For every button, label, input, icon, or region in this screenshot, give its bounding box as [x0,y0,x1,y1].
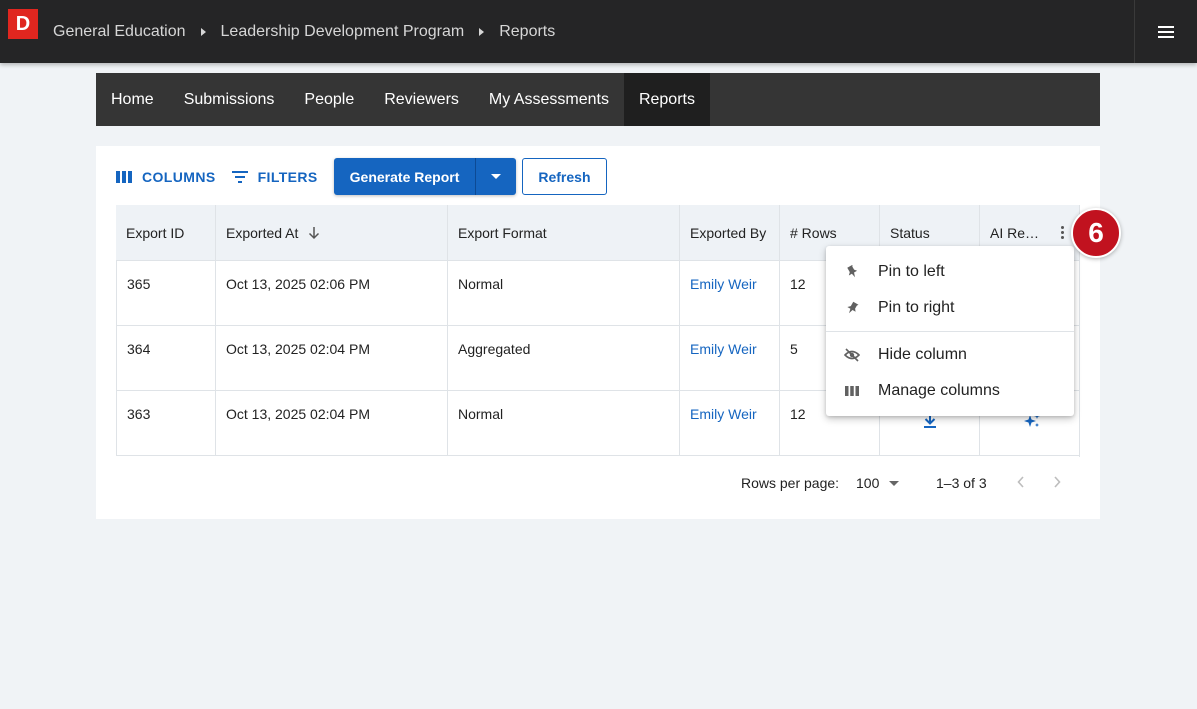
tab-my-assessments[interactable]: My Assessments [474,73,624,126]
rows-per-page-label: Rows per page: [741,475,840,491]
cell-exported-at: Oct 13, 2025 02:04 PM [216,326,448,390]
cell-exported-by: Emily Weir [680,391,780,455]
hamburger-icon [1158,25,1174,38]
columns-icon [826,386,878,396]
user-link[interactable]: Emily Weir [690,341,757,357]
columns-icon [116,170,132,183]
cell-export-format: Aggregated [448,326,680,390]
step-badge: 6 [1071,208,1121,258]
generate-report-dropdown[interactable] [476,158,516,195]
column-context-menu: Pin to left Pin to right Hide column Man… [826,246,1074,416]
columns-label: COLUMNS [142,168,216,185]
pagination-bar: Rows per page: 100 1–3 of 3 [96,464,1100,504]
chevron-right-icon [479,28,485,36]
section-nav: Home Submissions People Reviewers My Ass… [96,73,1100,126]
user-link[interactable]: Emily Weir [690,276,757,292]
cell-exported-by: Emily Weir [680,261,780,325]
eye-off-icon [826,348,878,362]
filters-button[interactable]: FILTERS [231,158,318,195]
menu-item-manage-columns[interactable]: Manage columns [826,373,1074,409]
rows-per-page-select[interactable]: 100 [856,475,900,491]
menu-item-pin-right[interactable]: Pin to right [826,290,1074,326]
header-export-id[interactable]: Export ID [116,205,216,260]
previous-page-icon[interactable] [1016,474,1026,493]
tab-reviewers[interactable]: Reviewers [369,73,474,126]
cell-export-id: 363 [116,391,216,455]
app-logo[interactable]: D [8,9,38,39]
menu-item-hide-column[interactable]: Hide column [826,337,1074,373]
cell-export-id: 365 [116,261,216,325]
main-menu-button[interactable] [1134,0,1197,63]
user-link[interactable]: Emily Weir [690,406,757,422]
pagination-range: 1–3 of 3 [936,475,987,491]
cell-exported-by: Emily Weir [680,326,780,390]
header-export-format[interactable]: Export Format [448,205,680,260]
breadcrumb-item-program[interactable]: Leadership Development Program [221,23,465,41]
refresh-button[interactable]: Refresh [522,158,607,195]
cell-export-id: 364 [116,326,216,390]
header-exported-by[interactable]: Exported By [680,205,780,260]
next-page-icon[interactable] [1052,474,1062,493]
generate-report-split-button: Generate Report [333,158,517,195]
cell-export-format: Normal [448,391,680,455]
header-exported-at[interactable]: Exported At [216,205,448,260]
menu-item-pin-left[interactable]: Pin to left [826,254,1074,290]
grid-toolbar: COLUMNS FILTERS Generate Report Refresh [116,158,607,195]
cell-export-format: Normal [448,261,680,325]
caret-down-icon [491,174,502,179]
chevron-right-icon [200,28,206,36]
caret-down-icon [889,480,900,486]
filters-label: FILTERS [257,168,318,185]
sort-descending-icon[interactable] [308,226,320,240]
breadcrumb: General Education Leadership Development… [53,21,555,43]
generate-report-button[interactable]: Generate Report [334,158,477,195]
tab-submissions[interactable]: Submissions [169,73,290,126]
pin-icon [826,301,878,315]
breadcrumb-item-reports[interactable]: Reports [499,23,555,41]
filter-icon [231,170,248,183]
column-menu-icon[interactable] [1061,226,1064,239]
breadcrumb-item-general-education[interactable]: General Education [53,23,186,41]
tab-home[interactable]: Home [96,73,169,126]
menu-divider [826,331,1074,332]
cell-exported-at: Oct 13, 2025 02:04 PM [216,391,448,455]
tab-reports[interactable]: Reports [623,73,710,126]
cell-exported-at: Oct 13, 2025 02:06 PM [216,261,448,325]
tab-people[interactable]: People [289,73,369,126]
pin-icon [826,265,878,279]
top-bar: D General Education Leadership Developme… [0,0,1197,63]
columns-button[interactable]: COLUMNS [116,158,216,195]
